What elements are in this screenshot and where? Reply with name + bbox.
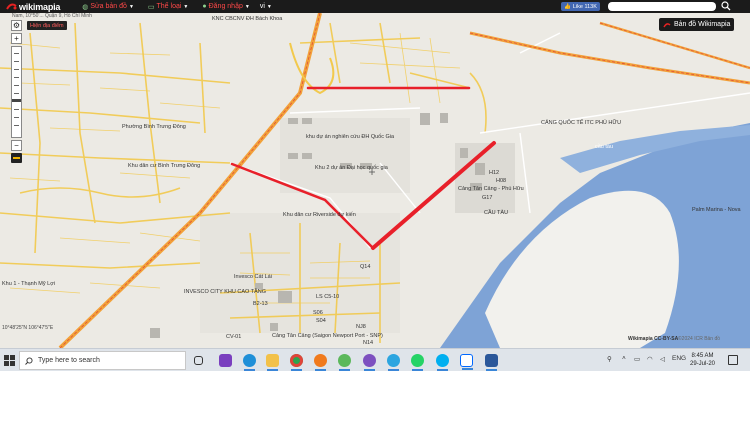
- user-icon: ●: [202, 3, 207, 10]
- location-header: Nam, 10°50'... Quận 9, Hồ Chí Minh: [12, 13, 92, 19]
- task-view-icon[interactable]: [194, 356, 203, 365]
- show-places-label: Hiện địa điểm: [30, 22, 64, 29]
- menu-edit-map-label: Sửa bản đồ: [90, 3, 127, 10]
- windows-taskbar: Type here to search ⚲ ˄ ▭ ◠ ◁ ENG 8:45 A…: [0, 348, 750, 371]
- map-label[interactable]: Cảng Tân Cảng (Saigon Newport Port - SNP…: [272, 333, 383, 339]
- firefox-icon[interactable]: [314, 354, 327, 371]
- menu-login-label: Đăng nhập: [208, 3, 243, 10]
- wifi-icon[interactable]: ◠: [647, 355, 653, 363]
- map-label[interactable]: Khu dân cư Bình Trưng Đông: [128, 163, 200, 169]
- thumbs-up-icon: 👍: [564, 3, 571, 10]
- input-language[interactable]: ENG: [672, 355, 686, 362]
- map-label[interactable]: G17: [482, 195, 492, 201]
- app-icon[interactable]: [219, 354, 232, 367]
- clock-time: 8:45 AM: [691, 353, 714, 359]
- globe-icon: ◍: [82, 3, 89, 11]
- cursor-coordinates: 10°48'25"N 106°47'5"E: [2, 325, 54, 331]
- map-label[interactable]: CẢNG QUỐC TẾ ITC PHÚ HỮU: [541, 120, 621, 126]
- chevron-down-icon: ▼: [128, 3, 134, 10]
- chrome-icon[interactable]: [290, 354, 303, 371]
- wikimapia-map-button[interactable]: Bản đồ Wikimapia: [659, 18, 735, 31]
- menu-categories-label: Thể loại: [156, 3, 182, 10]
- edge-icon[interactable]: [243, 354, 256, 371]
- notification-icon[interactable]: [728, 355, 738, 365]
- map-label[interactable]: S04: [316, 318, 326, 324]
- search-icon[interactable]: [721, 1, 731, 11]
- map-label[interactable]: Palm Marina - Nova: [692, 207, 741, 213]
- like-count: Like 113K: [572, 3, 597, 10]
- map-label[interactable]: CV-01: [226, 334, 241, 340]
- map-label[interactable]: CẦU TÀU: [484, 210, 508, 216]
- layers-icon: [13, 157, 20, 159]
- menu-login[interactable]: ● Đăng nhập ▼: [202, 3, 249, 10]
- app-icon[interactable]: [338, 354, 351, 371]
- map-label[interactable]: N14: [363, 340, 373, 346]
- chevron-up-icon[interactable]: ˄: [622, 355, 626, 362]
- wikimapia-logo[interactable]: wikimapia: [6, 0, 60, 13]
- map-base-layer: [0, 13, 750, 348]
- chevron-down-icon: ▼: [244, 3, 250, 10]
- network-icon[interactable]: ▭: [634, 355, 640, 363]
- system-clock[interactable]: 8:45 AM 29-Jul-20: [690, 352, 715, 368]
- facebook-like-button[interactable]: 👍 Like 113K: [561, 2, 600, 11]
- wikimapia-map-label: Bản đồ Wikimapia: [674, 21, 731, 28]
- zoom-control: ⚙ + −: [11, 20, 22, 153]
- map-copyright: ©2024 ICR Bản đồ: [678, 336, 721, 342]
- telegram-icon[interactable]: [387, 354, 400, 371]
- clock-date: 29-Jul-20: [690, 361, 716, 367]
- windows-start-icon[interactable]: [4, 355, 15, 366]
- map-label[interactable]: H08: [496, 178, 506, 184]
- volume-icon[interactable]: ◁: [660, 355, 665, 363]
- map-label[interactable]: LS C5-10: [316, 294, 339, 300]
- menu-categories[interactable]: ▭ Thể loại ▼: [148, 3, 188, 11]
- map-label[interactable]: Q14: [360, 264, 370, 270]
- logo-text: wikimapia: [19, 1, 61, 12]
- map-label[interactable]: Khu 1 - Thạnh Mỹ Lợi: [2, 281, 55, 287]
- blank-area: [0, 371, 750, 421]
- map-label[interactable]: Phường Bình Trưng Đông: [122, 124, 186, 130]
- map-label[interactable]: B2-13: [253, 301, 268, 307]
- word-icon[interactable]: [485, 354, 498, 371]
- map-label[interactable]: Invesco Cát Lái: [234, 274, 272, 280]
- map-label[interactable]: Cảng Tân Cảng - Phú Hữu: [458, 186, 524, 192]
- map-label[interactable]: S06: [313, 310, 323, 316]
- whatsapp-icon[interactable]: [411, 354, 424, 371]
- map-label[interactable]: NJ8: [356, 324, 366, 330]
- map-label[interactable]: H12: [489, 170, 499, 176]
- search-icon: [25, 356, 33, 365]
- map-label[interactable]: cầu tàu: [595, 144, 613, 150]
- layers-button[interactable]: [11, 153, 22, 163]
- people-icon[interactable]: ⚲: [607, 355, 612, 363]
- show-places-button[interactable]: Hiện địa điểm: [27, 21, 67, 30]
- menu-edit-map[interactable]: ◍ Sửa bản đồ ▼: [82, 3, 134, 11]
- language-selector[interactable]: vi ▼: [260, 3, 272, 10]
- zalo-icon[interactable]: [460, 354, 473, 370]
- taskbar-search-placeholder: Type here to search: [38, 357, 100, 364]
- taskbar-search-input[interactable]: Type here to search: [19, 351, 186, 370]
- zoom-slider[interactable]: [11, 46, 22, 138]
- map-label[interactable]: Khu 2 dự án Đại học quốc gia: [315, 165, 388, 171]
- viber-icon[interactable]: [363, 354, 376, 371]
- file-explorer-icon[interactable]: [266, 354, 279, 371]
- map-label[interactable]: khu dự án nghiên cứu ĐH Quốc Gia: [306, 134, 394, 140]
- settings-icon[interactable]: ⚙: [11, 20, 22, 31]
- attribution[interactable]: Wikimapia CC-BY-SA: [628, 336, 678, 342]
- wikimapia-logo-icon: [6, 3, 17, 10]
- chevron-down-icon: ▼: [266, 4, 272, 10]
- folder-icon: ▭: [147, 3, 155, 11]
- language-label: vi: [259, 3, 265, 10]
- wikimapia-header: wikimapia ◍ Sửa bản đồ ▼ ▭ Thể loại ▼ ● …: [0, 0, 750, 13]
- skype-icon[interactable]: [436, 354, 449, 371]
- zoom-in-button[interactable]: +: [11, 33, 22, 44]
- map-label[interactable]: KNC CBCNV ĐH Bách Khoa: [212, 16, 282, 22]
- zoom-out-button[interactable]: −: [11, 140, 22, 151]
- map-canvas[interactable]: Nam, 10°50'... Quận 9, Hồ Chí Minh Hiện …: [0, 13, 750, 348]
- zoom-slider-handle[interactable]: [12, 99, 21, 102]
- map-label[interactable]: INVESCO CITY KHU CAO TẦNG: [184, 289, 266, 295]
- chevron-down-icon: ▼: [183, 3, 189, 10]
- wikimapia-logo-icon: [663, 22, 671, 27]
- map-label[interactable]: Khu dân cư Riverside dự kiến: [283, 212, 356, 218]
- search-input[interactable]: [608, 2, 716, 11]
